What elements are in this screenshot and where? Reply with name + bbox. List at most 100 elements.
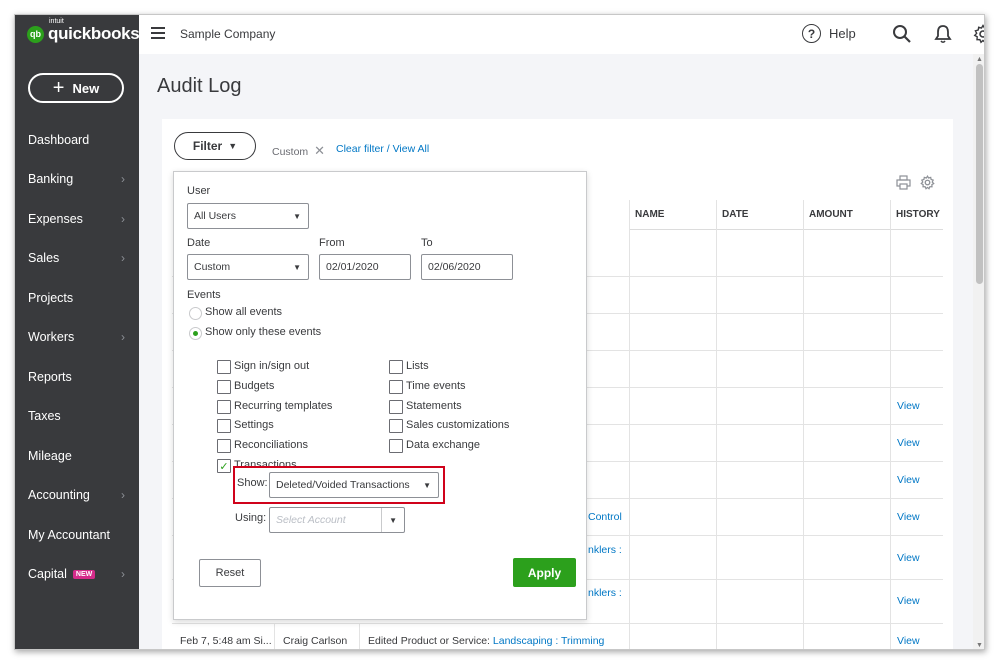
event-checkbox[interactable]: [217, 439, 231, 454]
event-checkbox-label: Budgets: [234, 379, 275, 392]
event-checkbox[interactable]: [389, 379, 403, 394]
page-title: Audit Log: [157, 75, 242, 97]
row-user-cell: Craig Carlson: [283, 635, 348, 647]
sidebar-item-capital[interactable]: Capital NEW ›: [15, 557, 139, 591]
chevron-right-icon: ›: [121, 172, 125, 186]
sidebar-item-label: Accounting: [28, 488, 90, 502]
show-only-events-radio[interactable]: [189, 327, 202, 340]
sidebar-item-label: Mileage: [28, 449, 72, 463]
show-all-events-label: Show all events: [205, 306, 283, 318]
event-checkbox[interactable]: [217, 419, 231, 434]
sidebar-item-taxes[interactable]: Taxes: [15, 399, 139, 433]
print-icon[interactable]: [896, 175, 911, 190]
sidebar-item-projects[interactable]: Projects: [15, 281, 139, 315]
caret-down-icon: ▼: [228, 141, 238, 151]
new-badge: NEW: [72, 569, 96, 579]
column-header-history[interactable]: HISTORY: [890, 200, 943, 230]
column-divider: [716, 200, 717, 649]
event-link[interactable]: Control: [588, 511, 622, 523]
date-select[interactable]: Custom ▼: [187, 254, 309, 280]
dropdown-divider: [381, 508, 382, 532]
show-transactions-select[interactable]: Deleted/Voided Transactions ▼: [269, 472, 439, 498]
user-select-value: All Users: [194, 210, 237, 222]
history-view-link[interactable]: View: [897, 635, 920, 647]
history-view-link[interactable]: View: [897, 474, 920, 486]
chevron-right-icon: ›: [121, 251, 125, 265]
event-checkbox[interactable]: [389, 399, 403, 414]
apply-button[interactable]: Apply: [513, 558, 576, 587]
events-label: Events: [187, 289, 221, 301]
menu-icon[interactable]: [151, 27, 165, 39]
app-window: qb intuit quickbooks + New Dashboard Bank…: [14, 14, 985, 650]
history-view-link[interactable]: View: [897, 437, 920, 449]
scroll-thumb[interactable]: [976, 64, 983, 284]
event-checkbox-label: Settings: [234, 419, 274, 432]
table-settings-icon[interactable]: [920, 175, 935, 190]
column-header-name[interactable]: NAME: [629, 200, 716, 230]
search-icon[interactable]: [892, 24, 912, 44]
history-view-link[interactable]: View: [897, 595, 920, 607]
clear-filter-link[interactable]: Clear filter / View All: [336, 143, 429, 155]
filter-button[interactable]: Filter ▼: [174, 132, 256, 160]
intuit-label: intuit: [49, 18, 64, 25]
event-link[interactable]: nklers :: [588, 587, 622, 599]
sidebar-item-dashboard[interactable]: Dashboard: [15, 123, 139, 157]
sidebar-item-workers[interactable]: Workers ›: [15, 320, 139, 354]
scroll-up-icon[interactable]: ▲: [976, 56, 983, 63]
sidebar-item-label: Banking: [28, 172, 74, 186]
event-checkbox[interactable]: [217, 379, 231, 394]
quickbooks-wordmark: quickbooks: [48, 24, 140, 43]
from-date-input[interactable]: 02/01/2020: [319, 254, 411, 280]
account-select[interactable]: Select Account ▼: [269, 507, 405, 533]
sidebar-item-accounting[interactable]: Accounting ›: [15, 478, 139, 512]
column-header-date[interactable]: DATE: [716, 200, 803, 230]
sidebar-item-banking[interactable]: Banking ›: [15, 162, 139, 196]
new-button[interactable]: + New: [28, 73, 124, 103]
sidebar-item-sales[interactable]: Sales ›: [15, 241, 139, 275]
date-select-value: Custom: [194, 261, 231, 273]
sidebar-item-label: Capital: [28, 567, 67, 581]
date-label: Date: [187, 237, 211, 249]
event-link[interactable]: Landscaping : Trimming: [493, 635, 604, 647]
history-view-link[interactable]: View: [897, 552, 920, 564]
to-label: To: [421, 237, 433, 249]
event-checkbox-label: Lists: [406, 360, 429, 372]
sidebar-item-label: Reports: [28, 370, 72, 384]
row-event-cell: Edited Product or Service: Landscaping :…: [368, 635, 604, 647]
gear-icon[interactable]: [973, 24, 985, 44]
sidebar-item-label: Workers: [28, 330, 75, 344]
scroll-down-icon[interactable]: ▼: [976, 642, 983, 649]
sidebar-item-mileage[interactable]: Mileage: [15, 439, 139, 473]
to-date-input[interactable]: 02/06/2020: [421, 254, 513, 280]
page-scrollbar[interactable]: ▲ ▼: [973, 54, 984, 649]
bell-icon[interactable]: [934, 24, 952, 44]
event-checkbox[interactable]: ✓: [217, 459, 231, 473]
column-header-amount[interactable]: AMOUNT: [803, 200, 890, 230]
event-checkbox[interactable]: [389, 419, 403, 434]
close-icon[interactable]: ✕: [314, 143, 325, 158]
event-checkbox[interactable]: [389, 439, 403, 454]
history-view-link[interactable]: View: [897, 400, 920, 412]
chevron-right-icon: ›: [121, 212, 125, 226]
event-prefix: Edited Product or Service:: [368, 635, 490, 647]
event-checkbox[interactable]: [217, 360, 231, 374]
help-button[interactable]: ? Help: [802, 24, 856, 43]
event-checkbox[interactable]: [217, 399, 231, 414]
filter-panel: User All Users ▼ Date Custom ▼ From 02/0…: [173, 171, 587, 620]
quickbooks-logo[interactable]: qb intuit quickbooks: [27, 18, 140, 45]
reset-button[interactable]: Reset: [199, 559, 261, 587]
sidebar: qb intuit quickbooks + New Dashboard Bank…: [15, 15, 140, 649]
sidebar-item-expenses[interactable]: Expenses ›: [15, 202, 139, 236]
event-checkbox-label: Sign in/sign out: [234, 360, 310, 372]
filter-chip-label: Custom: [272, 146, 309, 158]
sidebar-item-reports[interactable]: Reports: [15, 360, 139, 394]
event-checkbox[interactable]: [389, 360, 403, 374]
user-select[interactable]: All Users ▼: [187, 203, 309, 229]
chevron-right-icon: ›: [121, 567, 125, 581]
company-name: Sample Company: [180, 27, 276, 41]
event-link[interactable]: nklers :: [588, 544, 622, 556]
event-checkbox-label: Statements: [406, 399, 462, 412]
history-view-link[interactable]: View: [897, 511, 920, 523]
sidebar-item-my-accountant[interactable]: My Accountant: [15, 518, 139, 552]
show-all-events-radio[interactable]: [189, 307, 202, 320]
